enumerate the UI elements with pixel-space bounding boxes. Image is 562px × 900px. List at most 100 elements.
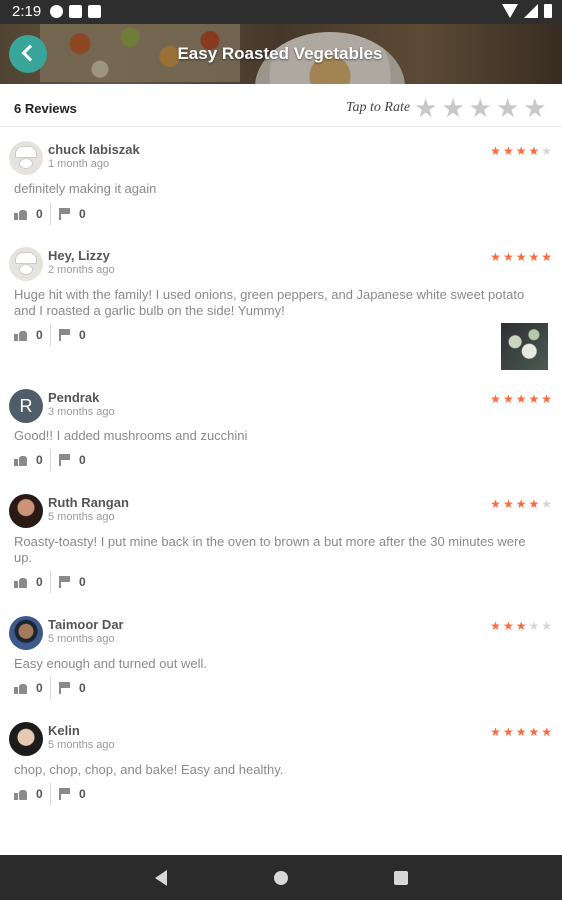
star-icon: ★ bbox=[528, 725, 540, 739]
chef-hat-icon bbox=[15, 146, 37, 158]
star-icon: ★ bbox=[490, 392, 501, 406]
review-text: Good!! I added mushrooms and zucchini bbox=[14, 428, 248, 443]
flag-count: 0 bbox=[79, 681, 86, 695]
flag-icon[interactable] bbox=[59, 454, 70, 466]
nav-recents-icon[interactable] bbox=[394, 871, 408, 885]
flag-count: 0 bbox=[79, 575, 86, 589]
flag-icon[interactable] bbox=[59, 208, 70, 220]
nav-back-icon[interactable] bbox=[155, 870, 167, 886]
star-icon: ★ bbox=[515, 725, 527, 739]
rate-star-4-icon[interactable]: ★ bbox=[496, 95, 519, 121]
star-icon: ★ bbox=[528, 250, 540, 264]
avatar bbox=[9, 722, 43, 756]
review-time: 5 months ago bbox=[48, 633, 115, 645]
avatar bbox=[9, 494, 43, 528]
tap-to-rate-stars: ★ ★ ★ ★ ★ bbox=[414, 95, 547, 121]
status-system-icons bbox=[502, 4, 552, 18]
review-actions: 0 0 bbox=[14, 677, 93, 699]
star-empty-icon: ★ bbox=[541, 144, 552, 158]
status-bar: 2:19 bbox=[0, 0, 562, 24]
status-time: 2:19 bbox=[12, 3, 42, 20]
like-count: 0 bbox=[36, 575, 43, 589]
flag-count: 0 bbox=[79, 207, 86, 221]
review-time: 1 month ago bbox=[48, 158, 110, 170]
flag-icon[interactable] bbox=[59, 682, 70, 694]
mail-icon bbox=[69, 5, 82, 18]
star-empty-icon: ★ bbox=[528, 619, 540, 633]
star-icon: ★ bbox=[515, 619, 527, 633]
nav-home-icon[interactable] bbox=[274, 871, 288, 885]
review-rating: ★ ★ ★ ★ ★ bbox=[490, 393, 552, 405]
review-actions: 0 0 bbox=[14, 571, 93, 593]
star-icon: ★ bbox=[490, 144, 501, 158]
reviewer-name: Ruth Rangan bbox=[48, 495, 129, 510]
star-icon: ★ bbox=[502, 250, 514, 264]
flag-icon[interactable] bbox=[59, 329, 70, 341]
review-text: Roasty-toasty! I put mine back in the ov… bbox=[14, 534, 526, 565]
like-count: 0 bbox=[36, 787, 43, 801]
review-actions: 0 0 bbox=[14, 783, 93, 805]
tap-to-rate-label: Tap to Rate bbox=[346, 100, 411, 115]
star-icon: ★ bbox=[541, 392, 552, 406]
avatar: R bbox=[9, 389, 43, 423]
review-actions: 0 0 bbox=[14, 324, 93, 346]
recipe-header: Easy Roasted Vegetables bbox=[0, 24, 562, 84]
star-icon: ★ bbox=[528, 144, 540, 158]
avatar bbox=[9, 247, 43, 281]
thumbs-up-icon[interactable] bbox=[14, 789, 27, 800]
battery-icon bbox=[544, 4, 552, 18]
like-count: 0 bbox=[36, 328, 43, 342]
review-actions: 0 0 bbox=[14, 203, 93, 225]
avatar bbox=[9, 141, 43, 175]
star-icon: ★ bbox=[502, 392, 514, 406]
review-text: Easy enough and turned out well. bbox=[14, 656, 207, 671]
rate-star-1-icon[interactable]: ★ bbox=[414, 95, 437, 121]
back-button[interactable] bbox=[9, 35, 47, 73]
thumbs-up-icon[interactable] bbox=[14, 455, 27, 466]
review-rating: ★ ★ ★ ★ ★ bbox=[490, 145, 552, 157]
star-icon: ★ bbox=[515, 250, 527, 264]
thumbs-up-icon[interactable] bbox=[14, 330, 27, 341]
thumbs-up-icon[interactable] bbox=[14, 683, 27, 694]
star-empty-icon: ★ bbox=[541, 497, 552, 511]
review-text: Huge hit with the family! I used onions,… bbox=[14, 287, 525, 318]
star-empty-icon: ★ bbox=[541, 619, 552, 633]
chef-hat-icon bbox=[15, 252, 37, 264]
star-icon: ★ bbox=[528, 392, 540, 406]
avatar bbox=[9, 616, 43, 650]
flag-icon[interactable] bbox=[59, 788, 70, 800]
system-nav-bar bbox=[0, 855, 562, 900]
flag-icon[interactable] bbox=[59, 576, 70, 588]
star-icon: ★ bbox=[490, 619, 501, 633]
thumbs-up-icon[interactable] bbox=[14, 209, 27, 220]
rate-star-5-icon[interactable]: ★ bbox=[523, 95, 546, 121]
reviewer-name: chuck labiszak bbox=[48, 142, 140, 157]
star-icon: ★ bbox=[515, 392, 527, 406]
star-icon: ★ bbox=[490, 497, 501, 511]
flag-count: 0 bbox=[79, 453, 86, 467]
star-icon: ★ bbox=[502, 619, 514, 633]
review-rating: ★ ★ ★ ★ ★ bbox=[490, 726, 552, 738]
thumbs-up-icon[interactable] bbox=[14, 577, 27, 588]
star-icon: ★ bbox=[541, 725, 552, 739]
reviewer-name: Hey, Lizzy bbox=[48, 248, 110, 263]
divider bbox=[0, 126, 562, 127]
rate-star-2-icon[interactable]: ★ bbox=[441, 95, 464, 121]
star-icon: ★ bbox=[515, 497, 527, 511]
review-actions: 0 0 bbox=[14, 449, 93, 471]
star-icon: ★ bbox=[502, 497, 514, 511]
reviewer-name: Taimoor Dar bbox=[48, 617, 124, 632]
sd-card-icon bbox=[88, 5, 101, 18]
star-icon: ★ bbox=[490, 725, 501, 739]
page-title: Easy Roasted Vegetables bbox=[177, 44, 383, 63]
star-icon: ★ bbox=[502, 144, 514, 158]
flag-count: 0 bbox=[79, 787, 86, 801]
like-count: 0 bbox=[36, 681, 43, 695]
review-photo[interactable] bbox=[501, 323, 548, 370]
like-count: 0 bbox=[36, 207, 43, 221]
rate-star-3-icon[interactable]: ★ bbox=[469, 95, 492, 121]
review-time: 2 months ago bbox=[48, 264, 115, 276]
reviewer-name: Pendrak bbox=[48, 390, 100, 405]
star-icon: ★ bbox=[515, 144, 527, 158]
star-icon: ★ bbox=[490, 250, 501, 264]
